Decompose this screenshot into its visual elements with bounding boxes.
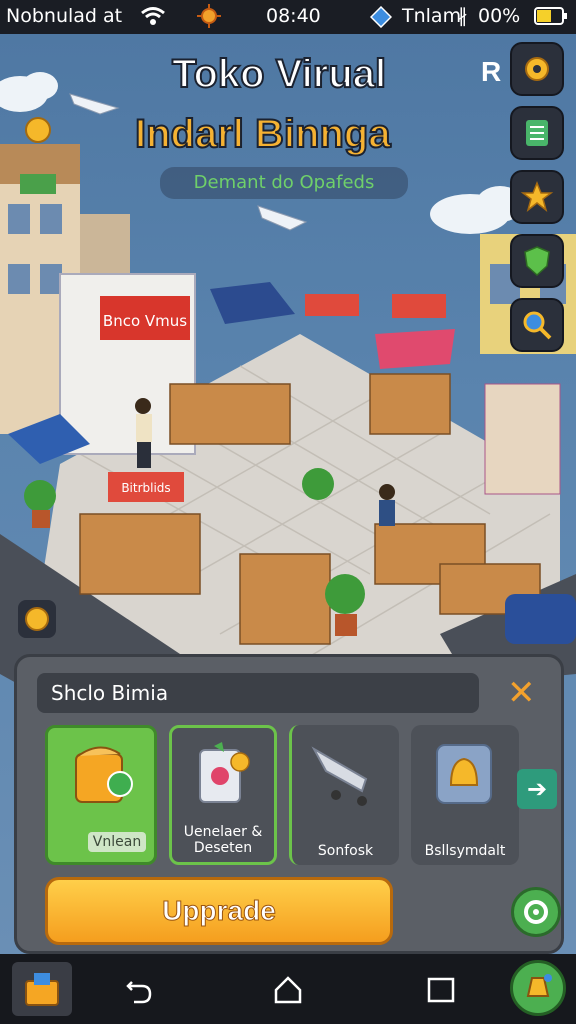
navigation-bar [0, 954, 576, 1024]
device-icon [199, 742, 250, 803]
search-icon [523, 311, 552, 340]
game-subtitle: Demant do Opafeds [160, 167, 408, 199]
svg-text:Bnco Vmus: Bnco Vmus [103, 312, 187, 330]
status-right-text: Tnlam [402, 5, 462, 27]
profile-nav-button[interactable] [510, 960, 566, 1016]
gear-icon [525, 57, 549, 81]
settings-round-button[interactable] [511, 887, 561, 937]
cart-icon [311, 746, 368, 806]
list-button[interactable] [510, 106, 564, 160]
box-icon [75, 746, 133, 803]
shop-nav-button[interactable] [12, 962, 72, 1016]
card-2[interactable]: Uenelaer & Deseten [169, 725, 277, 865]
upgrade-button[interactable]: Upprade [45, 877, 393, 945]
shield-button[interactable] [510, 234, 564, 288]
sun-icon [197, 4, 221, 28]
card-4-label: Bsllsymdalt [424, 843, 506, 859]
game-title-line2: Indarl Binnga [134, 111, 392, 157]
close-button[interactable]: ✕ [507, 675, 536, 711]
card-2-label: Uenelaer & Deseten [183, 824, 263, 856]
card-1[interactable]: Vnlean [45, 725, 157, 865]
shop-icon [25, 973, 59, 1006]
card-3-label: Sonfosk [317, 843, 374, 859]
list-icon [526, 120, 548, 146]
coin-icon [25, 607, 49, 631]
search-button[interactable] [510, 298, 564, 352]
settings-button[interactable] [510, 42, 564, 96]
card-3[interactable]: Sonfosk [289, 725, 399, 865]
battery-percent: 00% [478, 5, 521, 27]
shop-panel: Shclo Bimia ✕ Vnlean Uenelaer & Deseten … [14, 654, 564, 954]
coin-button[interactable] [18, 600, 56, 638]
recents-icon[interactable] [426, 976, 456, 1004]
back-icon[interactable] [124, 976, 154, 1006]
svg-text:Bitrblids: Bitrblids [121, 481, 170, 495]
shield-icon [524, 246, 550, 277]
status-time: 08:40 [266, 5, 321, 27]
diamond-icon [370, 6, 392, 28]
gear-icon [524, 900, 548, 924]
star-icon [520, 180, 554, 212]
card-4[interactable]: Bsllsymdalt [411, 725, 519, 865]
card-1-label: Vnlean [88, 832, 146, 852]
signal-icon: ∦ [458, 5, 468, 27]
star-button[interactable] [510, 170, 564, 224]
panel-title: Shclo Bimia [37, 673, 479, 713]
character-icon [526, 974, 552, 997]
battery-icon [534, 7, 567, 25]
status-left-text: Nobnulad at [6, 5, 123, 27]
side-letter: R [481, 56, 502, 87]
home-icon[interactable] [272, 974, 304, 1006]
game-title-line1: Toko Virual [171, 51, 387, 97]
next-arrow-button[interactable]: ➔ [517, 769, 557, 809]
status-bar: Nobnulad at 08:40 Tnlam ∦ 00% [0, 0, 576, 34]
bell-icon [436, 744, 492, 804]
wifi-icon [141, 7, 165, 25]
